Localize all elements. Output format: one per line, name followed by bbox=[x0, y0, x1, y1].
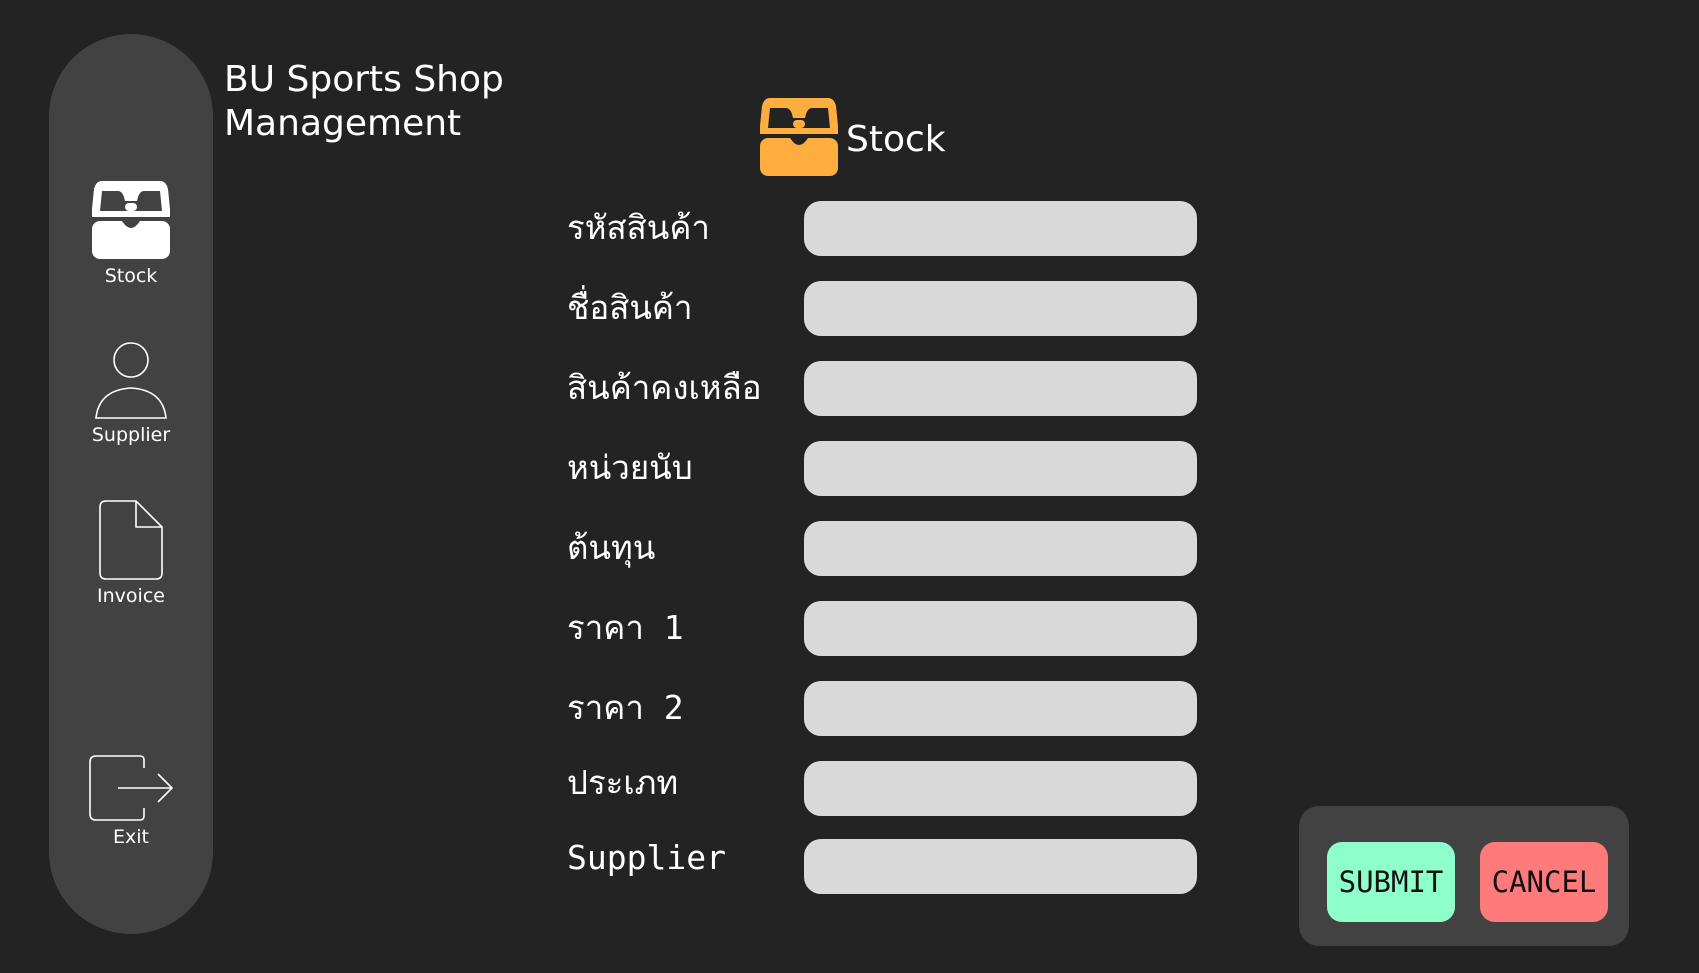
cost-input[interactable] bbox=[804, 521, 1197, 576]
price-2-input[interactable] bbox=[804, 681, 1197, 736]
app-title: BU Sports Shop Management bbox=[224, 59, 504, 144]
sidebar: Stock Supplier Invoice Exit bbox=[49, 34, 213, 934]
section-header: Stock bbox=[760, 94, 946, 178]
field-label-stock-remaining: สินค้าคงเหลือ bbox=[567, 368, 762, 407]
section-title: Stock bbox=[846, 118, 946, 160]
category-input[interactable] bbox=[804, 761, 1197, 816]
supplier-input[interactable] bbox=[804, 839, 1197, 894]
price-1-input[interactable] bbox=[804, 601, 1197, 656]
field-label-product-name: ชื่อสินค้า bbox=[567, 288, 693, 327]
stock-drawer-icon bbox=[92, 181, 170, 259]
field-label-cost: ต้นทุน bbox=[567, 528, 656, 567]
action-panel: SUBMIT CANCEL bbox=[1299, 806, 1629, 946]
field-label-product-code: รหัสสินค้า bbox=[567, 208, 710, 247]
sidebar-item-exit[interactable]: Exit bbox=[49, 754, 213, 848]
stock-drawer-icon bbox=[760, 98, 838, 176]
sidebar-item-label: Invoice bbox=[97, 585, 165, 607]
stock-remaining-input[interactable] bbox=[804, 361, 1197, 416]
field-label-price-2: ราคา 2 bbox=[567, 688, 684, 727]
sidebar-item-supplier[interactable]: Supplier bbox=[49, 340, 213, 446]
sidebar-item-label: Exit bbox=[113, 826, 149, 848]
product-name-input[interactable] bbox=[804, 281, 1197, 336]
sidebar-item-stock[interactable]: Stock bbox=[49, 177, 213, 287]
document-icon bbox=[99, 500, 163, 580]
submit-button[interactable]: SUBMIT bbox=[1327, 842, 1455, 922]
field-label-price-1: ราคา 1 bbox=[567, 608, 684, 647]
unit-input[interactable] bbox=[804, 441, 1197, 496]
sidebar-item-invoice[interactable]: Invoice bbox=[49, 499, 213, 607]
field-label-supplier: Supplier bbox=[567, 838, 726, 877]
sidebar-item-label: Supplier bbox=[91, 424, 171, 446]
product-code-input[interactable] bbox=[804, 201, 1197, 256]
exit-icon bbox=[89, 755, 174, 821]
user-icon bbox=[95, 342, 167, 419]
field-label-category: ประเภท bbox=[567, 763, 679, 802]
sidebar-item-label: Stock bbox=[104, 265, 158, 287]
field-label-unit: หน่วยนับ bbox=[567, 448, 693, 487]
cancel-button[interactable]: CANCEL bbox=[1480, 842, 1608, 922]
